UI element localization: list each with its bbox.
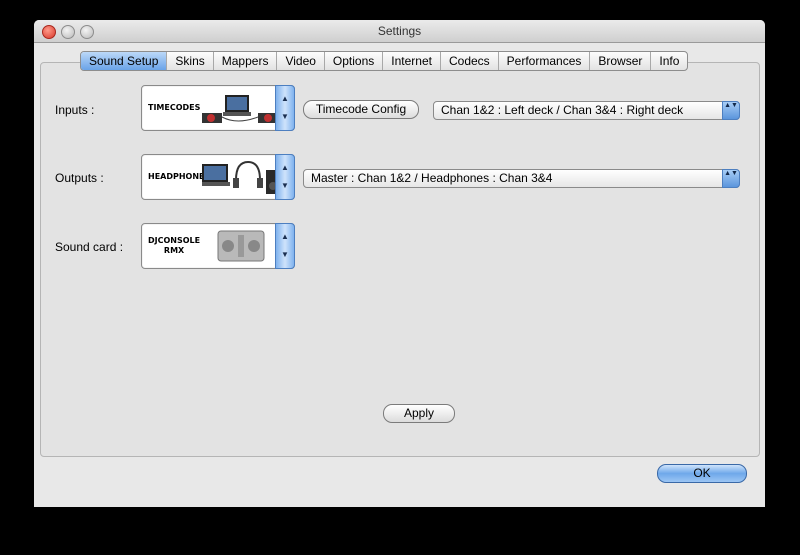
tab-performances[interactable]: Performances <box>499 52 591 70</box>
stepper-up-icon: ▲ <box>281 163 289 172</box>
stepper-down-icon: ▼ <box>281 112 289 121</box>
tab-browser[interactable]: Browser <box>590 52 652 70</box>
soundcard-device-stepper[interactable]: ▲ ▼ <box>275 223 295 269</box>
sound-setup-panel: Inputs : TIMECODES ▲ ▼ Timecode Config C… <box>40 62 760 457</box>
outputs-routing-select[interactable]: Master : Chan 1&2 / Headphones : Chan 3&… <box>303 169 740 188</box>
soundcard-device-name: DJCONSOLE RMX <box>148 236 201 255</box>
tab-options[interactable]: Options <box>325 52 384 70</box>
ok-button[interactable]: OK <box>657 464 747 483</box>
tab-codecs[interactable]: Codecs <box>441 52 499 70</box>
window-title: Settings <box>377 24 422 38</box>
inputs-routing-value: Chan 1&2 : Left deck / Chan 3&4 : Right … <box>441 103 684 117</box>
tab-bar: Sound Setup Skins Mappers Video Options … <box>80 51 689 71</box>
tab-skins[interactable]: Skins <box>167 52 214 70</box>
outputs-device-selector[interactable]: HEADPHONES ▲ ▼ <box>141 154 295 200</box>
soundcard-label: Sound card : <box>55 240 124 254</box>
inputs-label: Inputs : <box>55 103 95 117</box>
soundcard-device-selector[interactable]: DJCONSOLE RMX ▲ ▼ <box>141 223 295 269</box>
outputs-device-name: HEADPHONES <box>148 172 211 181</box>
tab-info[interactable]: Info <box>651 52 687 70</box>
stepper-down-icon: ▼ <box>281 250 289 259</box>
stepper-up-icon: ▲ <box>281 232 289 241</box>
inputs-device-stepper[interactable]: ▲ ▼ <box>275 85 295 131</box>
outputs-routing-value: Master : Chan 1&2 / Headphones : Chan 3&… <box>311 171 553 185</box>
stepper-down-icon: ▼ <box>281 181 289 190</box>
timecode-config-button[interactable]: Timecode Config <box>303 100 419 119</box>
apply-button[interactable]: Apply <box>383 404 455 423</box>
inputs-routing-select[interactable]: Chan 1&2 : Left deck / Chan 3&4 : Right … <box>433 101 740 120</box>
outputs-device-stepper[interactable]: ▲ ▼ <box>275 154 295 200</box>
tab-internet[interactable]: Internet <box>383 52 441 70</box>
dj-console-icon <box>217 230 265 262</box>
stepper-up-icon: ▲ <box>281 94 289 103</box>
inputs-device-selector[interactable]: TIMECODES ▲ ▼ <box>141 85 295 131</box>
outputs-label: Outputs : <box>55 171 104 185</box>
headphones-laptop-icon <box>202 160 280 194</box>
tab-mappers[interactable]: Mappers <box>214 52 278 70</box>
select-arrows-icon: ▲▼ <box>722 169 740 188</box>
tab-sound-setup[interactable]: Sound Setup <box>81 52 168 70</box>
turntables-laptop-icon <box>202 95 278 123</box>
tab-video[interactable]: Video <box>277 52 325 70</box>
inputs-device-name: TIMECODES <box>148 103 201 112</box>
title-bar: Settings <box>34 20 765 43</box>
settings-window: Settings Sound Setup Skins Mappers Video… <box>34 20 765 507</box>
select-arrows-icon: ▲▼ <box>722 101 740 120</box>
